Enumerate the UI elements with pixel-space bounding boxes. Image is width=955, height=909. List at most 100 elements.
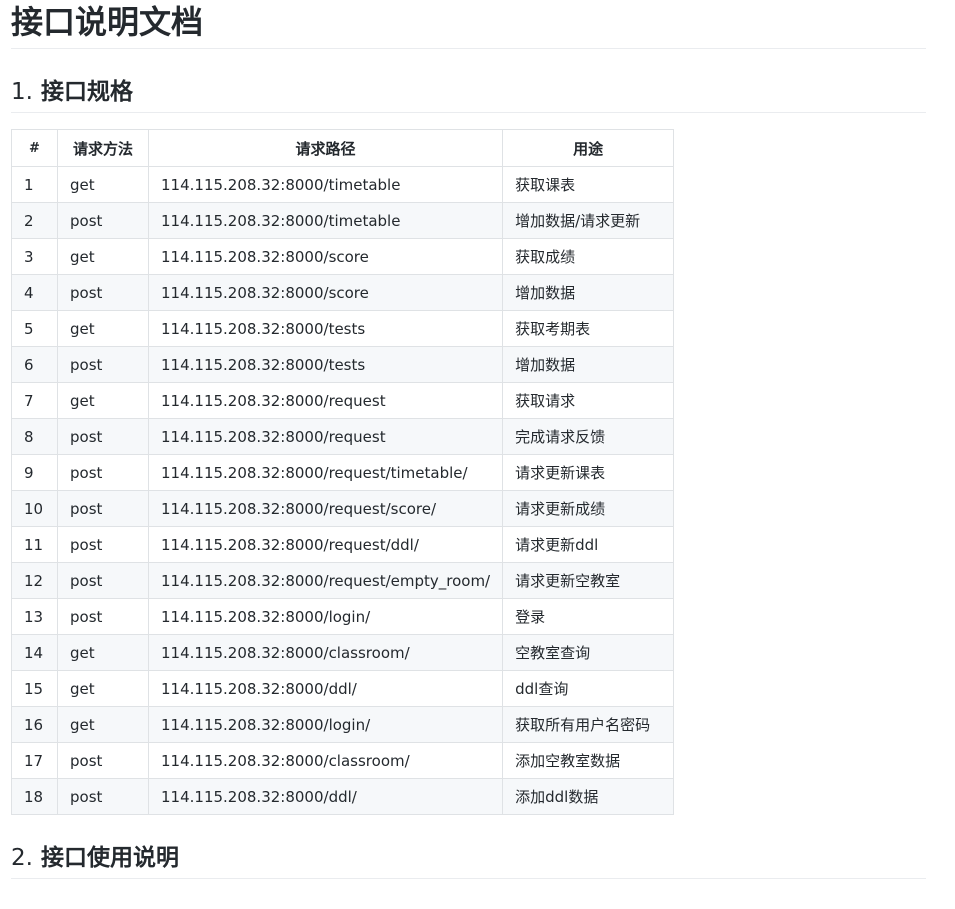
table-row: 6 post 114.115.208.32:8000/tests 增加数据 [11,346,675,383]
cell-method: get [57,166,149,203]
header-path: 请求路径 [147,129,504,167]
cell-use: 请求更新空教室 [502,562,675,599]
cell-use: 增加数据/请求更新 [502,202,675,239]
table-row: 16 get 114.115.208.32:8000/login/获取所有用户名密码 [11,706,675,743]
cell-method: post [57,598,149,635]
cell-method: post [57,202,149,239]
cell-use: 登录 [502,598,675,635]
section-number: 2. [11,845,33,871]
cell-path: 114.115.208.32:8000/login/ [147,706,504,743]
section-number: 1. [11,79,33,105]
document: 接口说明文档 1. 接口规格 # 请求方法 请求路径 用途 1 get 114.11… [0,0,926,879]
cell-method: post [57,274,149,311]
table-row: 9 post 114.115.208.32:8000/request/timetab… [11,454,675,491]
table-row: 12 post 114.115.208.32:8000/request/empty_… [11,562,675,599]
cell-use: 获取所有用户名密码 [502,706,675,743]
cell-use: 完成请求反馈 [502,418,675,455]
cell-index: 14 [11,634,58,671]
cell-index: 7 [11,382,58,419]
header-method: 请求方法 [57,129,149,167]
cell-index: 6 [11,346,58,383]
cell-use: 添加ddl数据 [502,778,675,815]
cell-use: 增加数据 [502,274,675,311]
cell-use: 获取课表 [502,166,675,203]
cell-method: post [57,526,149,563]
cell-path: 114.115.208.32:8000/request/timetable/ [147,454,504,491]
table-row: 14 get 114.115.208.32:8000/classroom/空教室查询 [11,634,675,671]
table-header-row: # 请求方法 请求路径 用途 [11,129,675,167]
cell-method: post [57,418,149,455]
cell-path: 114.115.208.32:8000/score [147,274,504,311]
cell-path: 114.115.208.32:8000/request/empty_room/ [147,562,504,599]
table-row: 10 post 114.115.208.32:8000/request/score/… [11,490,675,527]
cell-method: get [57,706,149,743]
page-title: 接口说明文档 [11,0,926,49]
table-row: 18 post 114.115.208.32:8000/ddl/添加ddl数据 [11,778,675,815]
cell-path: 114.115.208.32:8000/score [147,238,504,275]
cell-path: 114.115.208.32:8000/request [147,382,504,419]
cell-use: 请求更新成绩 [502,490,675,527]
cell-index: 10 [11,490,58,527]
cell-use: 获取成绩 [502,238,675,275]
cell-path: 114.115.208.32:8000/classroom/ [147,634,504,671]
cell-method: get [57,382,149,419]
cell-method: post [57,778,149,815]
table-row: 17 post 114.115.208.32:8000/classroom/添加空教… [11,742,675,779]
table-row: 8 post 114.115.208.32:8000/request 完成请求反馈 [11,418,675,455]
cell-index: 2 [11,202,58,239]
cell-index: 11 [11,526,58,563]
cell-path: 114.115.208.32:8000/request [147,418,504,455]
cell-path: 114.115.208.32:8000/login/ [147,598,504,635]
cell-method: get [57,238,149,275]
cell-method: post [57,490,149,527]
cell-use: 获取请求 [502,382,675,419]
cell-index: 16 [11,706,58,743]
cell-use: ddl查询 [502,670,675,707]
table-row: 1 get 114.115.208.32:8000/timetable 获取课表 [11,166,675,203]
table-row: 2 post 114.115.208.32:8000/timetable 增加数据/请… [11,202,675,239]
cell-path: 114.115.208.32:8000/tests [147,346,504,383]
cell-use: 请求更新ddl [502,526,675,563]
cell-index: 1 [11,166,58,203]
cell-method: post [57,454,149,491]
table-row: 5 get 114.115.208.32:8000/tests 获取考期表 [11,310,675,347]
section-heading-interface-spec: 1. 接口规格 [11,77,926,113]
cell-index: 13 [11,598,58,635]
section-title: 接口使用说明 [40,845,179,871]
cell-use: 添加空教室数据 [502,742,675,779]
cell-index: 15 [11,670,58,707]
cell-path: 114.115.208.32:8000/timetable [147,166,504,203]
cell-index: 9 [11,454,58,491]
cell-index: 5 [11,310,58,347]
cell-method: get [57,310,149,347]
section-heading-usage: 2. 接口使用说明 [11,843,926,879]
cell-index: 12 [11,562,58,599]
table-row: 15 get 114.115.208.32:8000/ddl/ddl查询 [11,670,675,707]
header-use: 用途 [502,129,675,167]
section-title: 接口规格 [40,79,133,105]
cell-path: 114.115.208.32:8000/ddl/ [147,778,504,815]
cell-path: 114.115.208.32:8000/tests [147,310,504,347]
cell-method: get [57,634,149,671]
cell-use: 增加数据 [502,346,675,383]
header-index: # [11,129,58,167]
cell-use: 空教室查询 [502,634,675,671]
cell-path: 114.115.208.32:8000/request/ddl/ [147,526,504,563]
cell-use: 请求更新课表 [502,454,675,491]
table-row: 11 post 114.115.208.32:8000/request/ddl/请求… [11,526,675,563]
cell-index: 4 [11,274,58,311]
table-body: 1 get 114.115.208.32:8000/timetable 获取课表 2 po… [11,166,675,815]
cell-index: 3 [11,238,58,275]
cell-index: 8 [11,418,58,455]
cell-method: post [57,742,149,779]
table-row: 7 get 114.115.208.32:8000/request 获取请求 [11,382,675,419]
cell-method: post [57,562,149,599]
cell-method: get [57,670,149,707]
cell-index: 17 [11,742,58,779]
cell-method: post [57,346,149,383]
cell-path: 114.115.208.32:8000/classroom/ [147,742,504,779]
api-table: # 请求方法 请求路径 用途 1 get 114.115.208.32:8000/t… [11,129,675,815]
cell-path: 114.115.208.32:8000/timetable [147,202,504,239]
table-row: 3 get 114.115.208.32:8000/score 获取成绩 [11,238,675,275]
cell-index: 18 [11,778,58,815]
